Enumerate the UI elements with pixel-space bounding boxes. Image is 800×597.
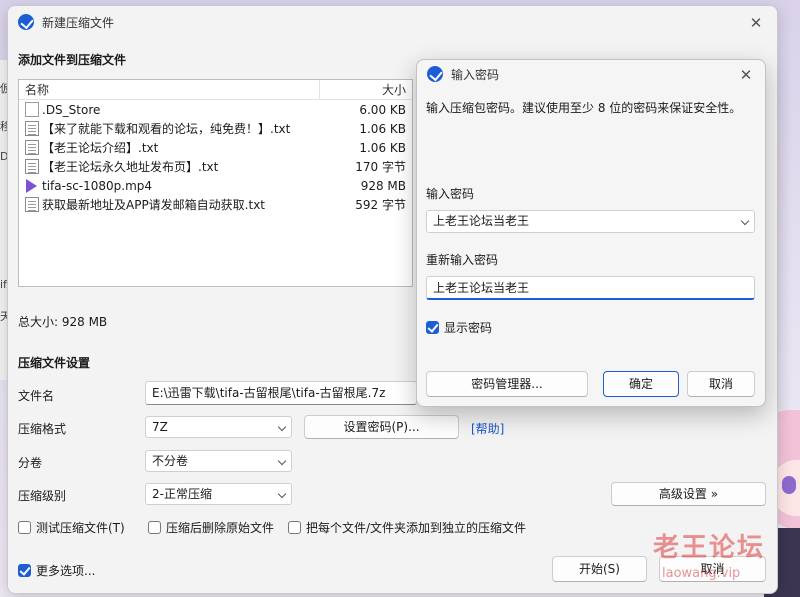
checkbox-box[interactable] [426,321,439,334]
test-archive-checkbox[interactable]: 测试压缩文件(T) [18,519,125,536]
password-combobox[interactable]: 上老王论坛当老王 [426,210,755,233]
file-list[interactable]: 名称 大小 .DS_Store 6.00 KB 【来了就能下载和观看的论坛，纯免… [18,79,413,287]
ok-button[interactable]: 确定 [603,371,679,397]
watermark-url: laowang.vip [662,566,741,581]
add-files-title: 添加文件到压缩文件 [18,53,127,67]
settings-title: 压缩文件设置 [18,356,91,370]
confirm-password-label: 重新输入密码 [426,253,499,267]
dialog-title: 输入密码 [451,67,500,82]
format-label: 压缩格式 [18,422,67,436]
volume-select[interactable]: 不分卷 [145,450,292,472]
column-header-size[interactable]: 大小 [320,80,412,99]
dialog-cancel-button[interactable]: 取消 [687,371,755,397]
filename-input[interactable]: E:\迅雷下载\tifa-古留根尾\tifa-古留根尾.7z [145,381,417,405]
checkbox-label: 显示密码 [444,321,493,335]
password-label: 输入密码 [426,187,475,201]
file-name: 【老王论坛介绍】.txt [42,141,159,155]
file-size: 170 字节 [355,160,406,174]
app-logo-icon [427,66,443,82]
show-password-checkbox[interactable]: 显示密码 [426,319,492,336]
delete-after-checkbox[interactable]: 压缩后删除原始文件 [148,519,274,536]
chevron-down-icon [277,456,287,466]
volume-label: 分卷 [18,456,43,470]
file-name: 【老王论坛永久地址发布页】.txt [42,160,219,174]
checkbox-box[interactable] [18,521,31,534]
file-name: .DS_Store [42,102,101,117]
dialog-description: 输入压缩包密码。建议使用至少 8 位的密码来保证安全性。 [426,101,742,115]
blank-file-icon [25,102,39,117]
file-name: tifa-sc-1080p.mp4 [42,178,153,193]
file-row[interactable]: 【老王论坛永久地址发布页】.txt 170 字节 [19,157,412,176]
file-name: 【来了就能下载和观看的论坛，纯免费！】.txt [42,122,291,136]
checkbox-label: 更多选项... [36,564,96,578]
volume-select-value: 不分卷 [152,454,189,468]
column-header-name[interactable]: 名称 [19,80,320,99]
text-file-icon [25,140,39,155]
watermark-title: 老王论坛 [653,533,766,563]
password-dialog: 输入密码 ✕ 输入压缩包密码。建议使用至少 8 位的密码来保证安全性。 输入密码… [416,59,766,407]
file-row[interactable]: 【老王论坛介绍】.txt 1.06 KB [19,138,412,157]
file-row[interactable]: tifa-sc-1080p.mp4 928 MB [19,176,412,195]
file-size: 1.06 KB [359,121,406,136]
app-logo-icon [18,14,34,30]
total-size-text: 总大小: 928 MB [18,315,108,329]
format-select-value: 7Z [152,420,168,434]
checkbox-box[interactable] [148,521,161,534]
set-password-button[interactable]: 设置密码(P)... [304,415,459,439]
close-icon[interactable]: ✕ [747,14,765,32]
text-file-icon [25,159,39,174]
checkbox-box[interactable] [18,564,31,577]
file-row[interactable]: .DS_Store 6.00 KB [19,100,412,119]
checkbox-label: 把每个文件/文件夹添加到独立的压缩文件 [306,521,527,535]
start-button[interactable]: 开始(S) [552,556,647,582]
password-manager-button[interactable]: 密码管理器... [426,371,588,397]
advanced-settings-button[interactable]: 高级设置 » [611,482,766,506]
help-link[interactable]: [帮助] [471,420,504,437]
text-file-icon [25,121,39,136]
chevron-down-icon [277,422,287,432]
file-size: 6.00 KB [359,102,406,117]
checkbox-label: 测试压缩文件(T) [36,521,125,535]
file-size: 928 MB [360,178,406,193]
close-icon[interactable]: ✕ [737,66,755,84]
level-select[interactable]: 2-正常压缩 [145,483,292,505]
level-select-value: 2-正常压缩 [152,487,212,501]
video-file-icon [25,178,39,193]
password-value: 上老王论坛当老王 [433,214,530,228]
file-row[interactable]: 获取最新地址及APP请发邮箱自动获取.txt 592 字节 [19,195,412,214]
level-label: 压缩级别 [18,489,67,503]
more-options-checkbox[interactable]: 更多选项... [18,562,95,579]
file-name: 获取最新地址及APP请发邮箱自动获取.txt [42,198,266,212]
file-size: 1.06 KB [359,140,406,155]
chevron-down-icon [740,216,750,226]
window-titlebar: 新建压缩文件 [8,6,777,38]
chevron-down-icon [277,489,287,499]
window-title: 新建压缩文件 [42,15,115,30]
checkbox-box[interactable] [288,521,301,534]
file-list-header: 名称 大小 [19,80,412,100]
filename-label: 文件名 [18,389,55,403]
checkbox-label: 压缩后删除原始文件 [166,521,275,535]
separate-archives-checkbox[interactable]: 把每个文件/文件夹添加到独立的压缩文件 [288,519,526,536]
file-size: 592 字节 [355,198,406,212]
file-row[interactable]: 【来了就能下载和观看的论坛，纯免费！】.txt 1.06 KB [19,119,412,138]
dialog-titlebar: 输入密码 [417,60,765,88]
text-file-icon [25,197,39,212]
confirm-password-input[interactable]: 上老王论坛当老王 [426,276,755,300]
format-select[interactable]: 7Z [145,416,292,438]
